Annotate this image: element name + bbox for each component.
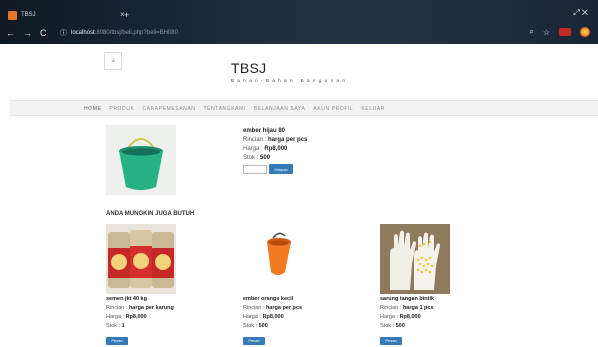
rincian-value: harga per pcs <box>265 305 303 311</box>
order-button[interactable]: Pesan <box>380 336 402 345</box>
product-stok: Stok : 500 <box>380 323 500 329</box>
nav-item-belanjaan-saya[interactable]: BELANJAAN SAYA <box>254 106 306 112</box>
harga-value: Rp8,000 <box>262 314 284 320</box>
related-card: sarung tangan bintik Rincian : harga 1 p… <box>380 224 500 347</box>
gloves-image <box>380 224 450 294</box>
forward-icon[interactable]: → <box>23 28 32 38</box>
product-rincian: Rincian : harga per karung <box>106 305 226 311</box>
new-tab-button[interactable]: + <box>124 8 129 22</box>
stok-label: Stok : <box>243 155 259 161</box>
brand-subtitle: Bahan-Bahan Bangunan <box>231 78 349 83</box>
nav-item-produk[interactable]: PRODUK <box>109 106 134 112</box>
window-controls[interactable]: ⤢ ✕ <box>573 8 588 18</box>
quantity-row: Simpan <box>243 164 307 174</box>
brand: TBSJ Bahan-Bahan Bangunan <box>231 60 348 83</box>
stok-value: 500 <box>395 323 405 329</box>
navigation-buttons: ← → C <box>6 28 47 38</box>
nav-item-home[interactable]: HOME <box>84 106 101 112</box>
back-icon[interactable]: ← <box>6 28 15 38</box>
toolbar-icons: ⌕ ☆ <box>529 27 590 37</box>
harga-label: Harga : <box>106 314 125 320</box>
quantity-input[interactable] <box>243 164 267 174</box>
product-rincian: Rincian : harga per pcs <box>243 137 307 143</box>
stok-label: Stok : <box>380 323 395 329</box>
address-url[interactable]: localhost:8080/tbsj/beli.php?beli=BH080 <box>71 30 178 36</box>
order-button[interactable]: Pesan <box>243 336 265 345</box>
rincian-label: Rincian : <box>380 305 402 311</box>
order-button[interactable]: Pesan <box>106 336 128 345</box>
add-button[interactable]: Simpan <box>269 164 293 174</box>
product-name: sarung tangan bintik <box>380 296 435 302</box>
search-icon[interactable]: ⌕ <box>529 27 533 37</box>
main-navbar: HOME PRODUK CARAPEMESANAN TENTANGKAMI BE… <box>10 100 598 116</box>
address-bar[interactable]: ⓘ localhost:8080/tbsj/beli.php?beli=BH08… <box>60 27 520 39</box>
related-card: semen jkt 40 kg Rincian : harga per karu… <box>106 224 226 347</box>
avatar[interactable] <box>580 27 590 37</box>
product-image[interactable] <box>106 224 176 294</box>
brand-title: TBSJ <box>231 60 267 76</box>
orange-bucket-image <box>243 224 313 294</box>
rincian-label: Rincian : <box>243 137 267 143</box>
product-name: ember orange kecil <box>243 296 294 302</box>
rincian-label: Rincian : <box>106 305 128 311</box>
logo[interactable]: a <box>104 52 122 70</box>
rincian-value: harga per pcs <box>268 137 308 143</box>
stok-value: 1 <box>121 323 125 329</box>
info-icon[interactable]: ⓘ <box>60 28 67 38</box>
rincian-label: Rincian : <box>243 305 265 311</box>
favicon-icon <box>8 10 17 20</box>
product-harga: Harga : Rp8,000 <box>243 146 307 152</box>
product-rincian: Rincian : harga per pcs <box>243 305 363 311</box>
product-harga: Harga : Rp8,000 <box>106 314 226 320</box>
harga-label: Harga : <box>380 314 399 320</box>
stok-value: 500 <box>258 323 268 329</box>
harga-label: Harga : <box>243 146 263 152</box>
rincian-value: harga per karung <box>128 305 174 311</box>
harga-value: Rp8,000 <box>264 146 288 152</box>
nav-item-akun-profil[interactable]: AKUN PROFIL <box>313 106 353 112</box>
tab-title: TBSJ <box>21 12 36 18</box>
product-name: semen jkt 40 kg <box>106 296 147 302</box>
nav-item-carapemesanan[interactable]: CARAPEMESANAN <box>142 106 195 112</box>
product-harga: Harga : Rp8,000 <box>243 314 363 320</box>
nav-menu: HOME PRODUK CARAPEMESANAN TENTANGKAMI BE… <box>84 101 385 117</box>
product-image[interactable] <box>380 224 450 294</box>
url-path: :8080/tbsj/beli.php?beli=BH080 <box>94 30 178 36</box>
nav-item-keluar[interactable]: KELUAR <box>361 106 385 112</box>
product-rincian: Rincian : harga 1 pcs <box>380 305 500 311</box>
product-image[interactable] <box>243 224 313 294</box>
stok-label: Stok : <box>243 323 258 329</box>
browser-chrome: TBSJ × + ⤢ ✕ ← → C ⓘ localhost:8080/tbsj… <box>0 0 598 44</box>
harga-label: Harga : <box>243 314 262 320</box>
product-name: ember hijau 80 <box>243 128 286 134</box>
related-card: ember orange kecil Rincian : harga per p… <box>243 224 363 347</box>
green-bucket-image <box>106 125 176 195</box>
url-host: localhost <box>71 30 95 36</box>
product-stok: Stok : 500 <box>243 155 307 161</box>
nav-item-tentangkami[interactable]: TENTANGKAMI <box>204 106 246 112</box>
harga-value: Rp8,000 <box>399 314 421 320</box>
product-detail: ember hijau 80 Rincian : harga per pcs H… <box>243 128 307 174</box>
product-stok: Stok : 500 <box>243 323 363 329</box>
rincian-value: harga 1 pcs <box>402 305 434 311</box>
extension-icon[interactable] <box>559 28 571 36</box>
star-icon[interactable]: ☆ <box>543 28 550 37</box>
browser-tab[interactable]: TBSJ × <box>8 8 138 22</box>
stok-value: 500 <box>260 155 271 161</box>
harga-value: Rp8,000 <box>125 314 147 320</box>
stok-label: Stok : <box>106 323 121 329</box>
related-heading: ANDA MUNGKIN JUGA BUTUH <box>106 211 195 217</box>
product-harga: Harga : Rp8,000 <box>380 314 500 320</box>
product-image <box>106 125 176 195</box>
product-stok: Stok : 1 <box>106 323 226 329</box>
cement-sacks-image <box>106 224 176 294</box>
reload-icon[interactable]: C <box>40 28 47 38</box>
